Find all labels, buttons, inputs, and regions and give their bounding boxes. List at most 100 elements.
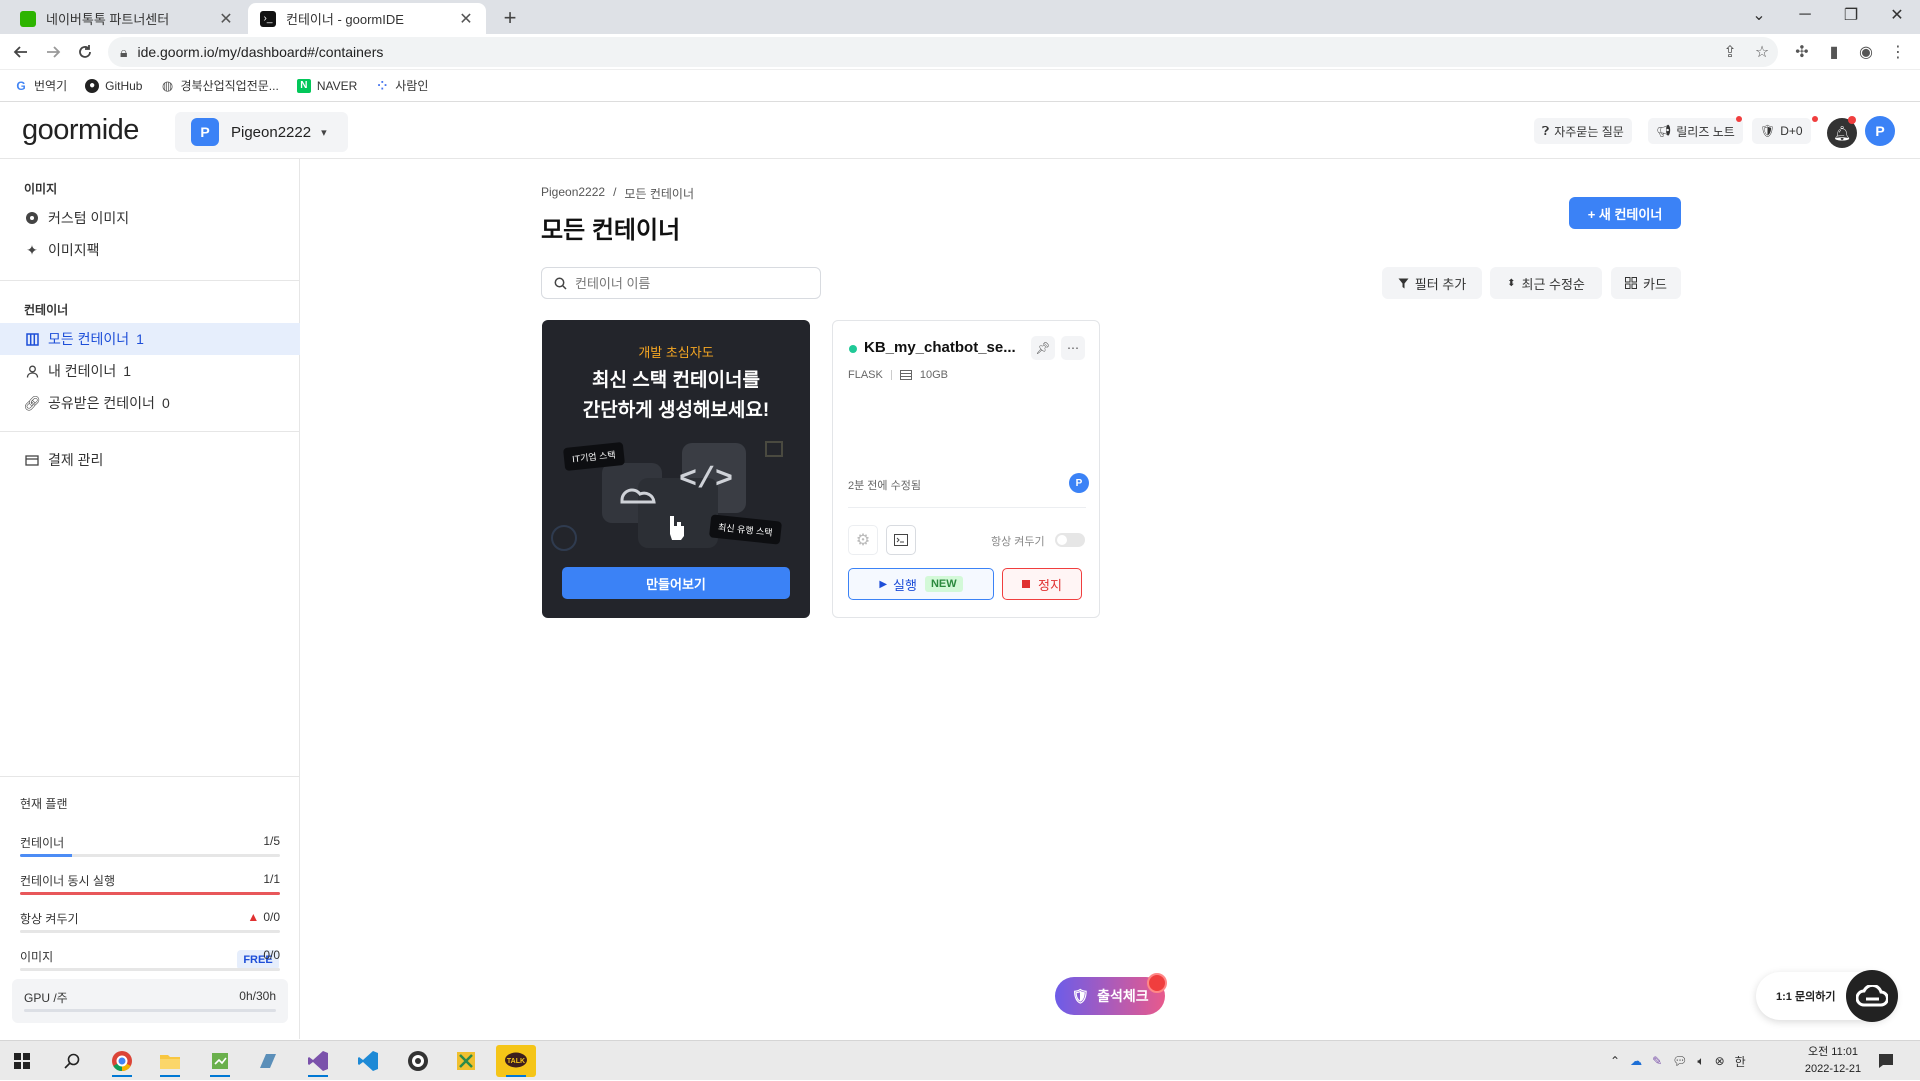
side-panel-icon[interactable]: ▮ xyxy=(1824,42,1844,62)
file-explorer-icon[interactable] xyxy=(150,1045,190,1077)
plan-label: 컨테이너 동시 실행 xyxy=(20,874,115,888)
promo-create-button[interactable]: 만들어보기 xyxy=(562,567,790,599)
restore-button[interactable]: ❐ xyxy=(1828,0,1874,30)
bookmark-gyeongbuk[interactable]: ◍ 경북산업직업전문... xyxy=(160,77,279,94)
reload-icon[interactable] xyxy=(72,39,98,65)
user-icon xyxy=(24,365,40,378)
extensions-icon[interactable]: ✣ xyxy=(1792,42,1812,62)
more-options-icon[interactable]: ⋯ xyxy=(1061,336,1085,360)
browser-tab-goormide[interactable]: ›_ 컨테이너 - goormIDE ✕ xyxy=(248,3,486,34)
new-tab-button[interactable]: + xyxy=(496,4,524,32)
filter-icon xyxy=(1398,278,1409,289)
container-card[interactable]: KB_my_chatbot_se... 📌︎ ⋯ FLASK 10GB 2분 전… xyxy=(832,320,1100,618)
visual-studio-icon[interactable] xyxy=(298,1045,338,1077)
sidebar-item-my-containers[interactable]: 내 컨테이너 1 xyxy=(0,355,300,387)
usage-bar xyxy=(20,968,280,971)
user-avatar[interactable]: P xyxy=(1865,116,1895,146)
container-search-input[interactable] xyxy=(575,275,805,291)
notification-center-icon[interactable] xyxy=(1866,1045,1906,1077)
windows-start-icon[interactable] xyxy=(2,1045,42,1077)
breadcrumb-workspace[interactable]: Pigeon2222 xyxy=(541,185,605,202)
browser-tab-naver-talktalk[interactable]: 네이버톡톡 파트너센터 ✕ xyxy=(8,3,246,34)
bookmark-saramin[interactable]: ⁘ 사람인 xyxy=(375,77,428,94)
taskbar-clock[interactable]: 오전 11:01 2022-12-21 xyxy=(1788,1044,1878,1078)
sparkle-icon: ✦ xyxy=(26,241,38,258)
megaphone-icon: 📢︎ xyxy=(1656,124,1672,138)
kakaotalk-tray-icon[interactable]: 💬︎ xyxy=(1672,1054,1687,1068)
status-running-indicator xyxy=(849,345,857,353)
attendance-check-button[interactable]: 🛡︎ 출석체크 xyxy=(1055,973,1167,1015)
pen-icon[interactable]: ✎ xyxy=(1652,1054,1662,1068)
active-indicator xyxy=(506,1075,526,1077)
terminal-icon[interactable] xyxy=(886,525,916,555)
faq-button[interactable]: ❓︎ 자주묻는 질문 xyxy=(1534,118,1632,144)
address-bar[interactable]: 🔒︎ ide.goorm.io/my/dashboard#/containers xyxy=(108,37,1778,67)
container-name[interactable]: KB_my_chatbot_se... xyxy=(864,339,1016,356)
notepad-app-icon[interactable] xyxy=(200,1045,240,1077)
view-mode-button[interactable]: 카드 xyxy=(1611,267,1681,299)
sidebar-item-image-pack[interactable]: ✦ 이미지팩 xyxy=(0,234,300,266)
pin-icon[interactable]: 📌︎ xyxy=(1031,336,1055,360)
kakaotalk-icon[interactable]: TALK xyxy=(496,1045,536,1077)
bookmark-github[interactable]: ● GitHub xyxy=(85,78,142,93)
forward-icon[interactable] xyxy=(40,39,66,65)
run-button[interactable]: ▶ 실행 NEW xyxy=(848,568,994,600)
tab-search-icon[interactable]: ⌄ xyxy=(1736,0,1782,30)
stop-button[interactable]: 정지 xyxy=(1002,568,1082,600)
sidebar-item-billing[interactable]: 결제 관리 xyxy=(0,444,300,476)
sidebar-item-custom-image[interactable]: 커스텀 이미지 xyxy=(0,202,300,234)
view-label: 카드 xyxy=(1643,276,1667,292)
promo-card[interactable]: 개발 초심자도 최신 스택 컨테이너를 간단하게 생성해보세요! </> IT기… xyxy=(542,320,810,618)
close-tab-icon[interactable]: ✕ xyxy=(458,9,474,29)
photo-app-icon[interactable] xyxy=(446,1045,486,1077)
sidebar-item-label: 이미지팩 xyxy=(48,242,100,258)
filter-add-button[interactable]: 필터 추가 xyxy=(1382,267,1482,299)
sidebar-item-shared-containers[interactable]: 🔗︎ 공유받은 컨테이너 0 xyxy=(0,387,300,419)
profile-icon[interactable]: ◉ xyxy=(1856,42,1876,62)
onedrive-icon[interactable]: ☁︎ xyxy=(1630,1054,1642,1068)
volume-muted-icon[interactable]: 🔈︎ xyxy=(1697,1054,1704,1069)
faq-label: 자주묻는 질문 xyxy=(1554,124,1624,139)
ime-indicator[interactable]: 한 xyxy=(1735,1053,1746,1070)
back-icon[interactable] xyxy=(8,39,34,65)
promo-eyebrow: 개발 초심자도 xyxy=(638,345,714,360)
stop-label: 정지 xyxy=(1038,577,1062,593)
sidebar-item-label: 공유받은 컨테이너 xyxy=(48,395,155,411)
bookmark-naver[interactable]: N NAVER xyxy=(296,78,357,93)
vscode-icon[interactable] xyxy=(348,1045,388,1077)
close-window-button[interactable]: ✕ xyxy=(1874,0,1920,30)
plan-label: 컨테이너 xyxy=(20,836,65,850)
clock-date: 2022-12-21 xyxy=(1804,1063,1862,1075)
new-container-button[interactable]: + 새 컨테이너 xyxy=(1569,197,1681,229)
workspace-selector[interactable]: P Pigeon2222 ▾ xyxy=(175,112,348,152)
inquiry-button[interactable]: 1:1 문의하기 xyxy=(1756,970,1898,1022)
share-icon[interactable]: ⇪ xyxy=(1720,42,1740,62)
sidebar-item-label: 모든 컨테이너 xyxy=(48,331,130,347)
plan-value: 1/5 xyxy=(263,834,280,848)
container-stack: FLASK xyxy=(848,369,883,381)
release-notes-badge xyxy=(1736,116,1742,122)
goormide-logo[interactable]: goormide xyxy=(22,114,139,147)
warning-icon: ▲ xyxy=(247,910,260,924)
menu-kebab-icon[interactable]: ⋮ xyxy=(1888,42,1908,62)
sort-label: 최근 수정순 xyxy=(1521,276,1585,292)
always-on-toggle[interactable] xyxy=(1055,533,1085,547)
bookmark-star-icon[interactable]: ☆ xyxy=(1752,42,1772,62)
tray-expand-icon[interactable]: ⌃ xyxy=(1610,1054,1620,1068)
network-icon[interactable]: ⊗ xyxy=(1715,1054,1725,1068)
plan-label: 항상 켜두기 xyxy=(20,912,79,926)
dday-button[interactable]: 🛡︎ D+0 xyxy=(1752,118,1811,144)
bookmark-translator[interactable]: G 번역기 xyxy=(14,77,67,94)
notes-app-icon[interactable] xyxy=(248,1045,288,1077)
release-notes-button[interactable]: 📢︎ 릴리즈 노트 xyxy=(1648,118,1743,144)
settings-gear-icon[interactable]: ⚙︎ xyxy=(848,525,878,555)
chrome-app-icon[interactable] xyxy=(102,1045,142,1077)
sidebar-item-all-containers[interactable]: 모든 컨테이너 1 xyxy=(0,323,300,355)
sort-button[interactable]: ⬍ 최근 수정순 xyxy=(1490,267,1602,299)
close-tab-icon[interactable]: ✕ xyxy=(218,9,234,29)
minimize-button[interactable]: ─ xyxy=(1782,0,1828,30)
new-badge: NEW xyxy=(924,576,963,592)
obs-app-icon[interactable] xyxy=(398,1045,438,1077)
bookmark-label: 경북산업직업전문... xyxy=(180,79,279,93)
search-icon[interactable] xyxy=(52,1045,92,1077)
